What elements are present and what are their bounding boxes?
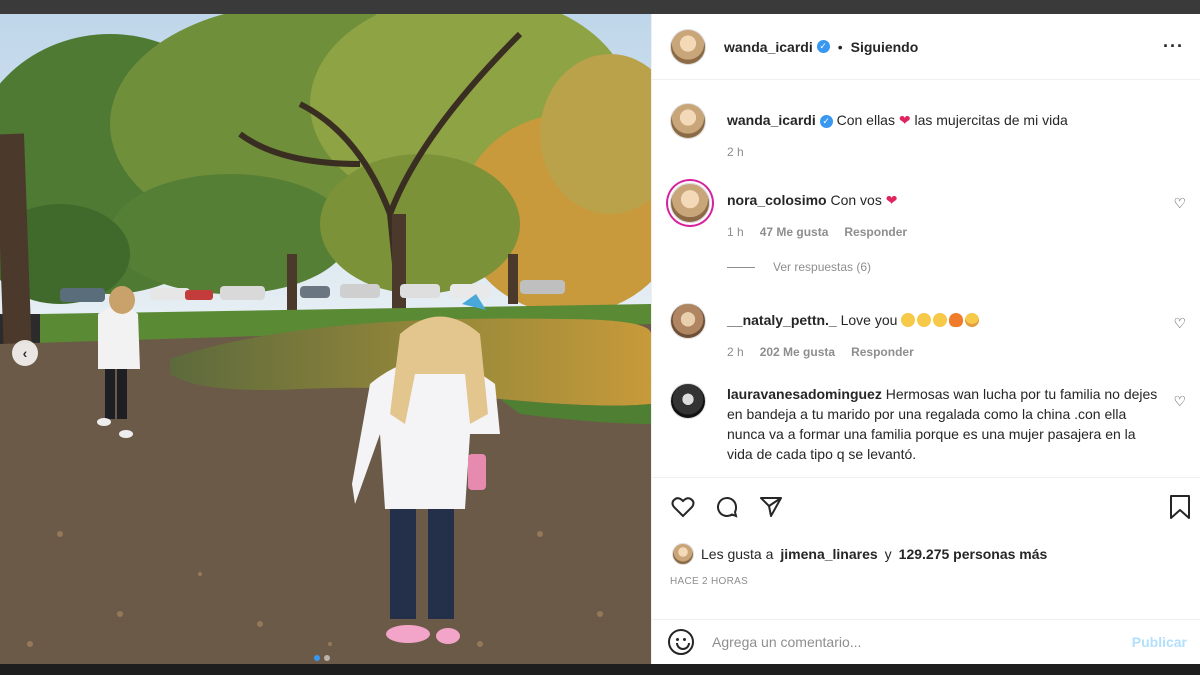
comment-input[interactable] <box>712 634 1112 650</box>
following-button[interactable]: Siguiendo <box>851 39 919 55</box>
view-replies-button[interactable]: Ver respuestas (6) <box>727 260 871 274</box>
carousel-dot <box>324 655 330 661</box>
publish-button[interactable]: Publicar <box>1132 634 1187 650</box>
replies-divider <box>727 266 755 268</box>
post-photo[interactable]: ‹ <box>0 14 651 664</box>
smile-emoji-icon <box>917 313 932 327</box>
comment-username[interactable]: __nataly_pettn._ <box>727 312 837 328</box>
verified-badge-icon: ✓ <box>816 40 830 53</box>
comment-bubble-icon[interactable] <box>714 494 740 520</box>
likes-summary: Les gusta a jimena_linares y 129.275 per… <box>672 543 1047 565</box>
caption-text-after: las mujercitas de mi vida <box>914 112 1068 128</box>
comment-username[interactable]: lauravanesadominguez <box>727 386 882 402</box>
caption: wanda_icardi ✓ Con ellas ❤ las mujercitas… <box>670 103 1190 163</box>
carousel-indicators <box>314 655 330 661</box>
like-comment-heart-icon[interactable]: ♡ <box>1173 195 1186 212</box>
fire-emoji-icon <box>949 313 964 327</box>
crying-emoji-icon <box>965 313 980 327</box>
comments-list: wanda_icardi ✓ Con ellas ❤ las mujercitas… <box>652 81 1200 477</box>
like-comment-heart-icon[interactable]: ♡ <box>1173 315 1186 332</box>
like-comment-heart-icon[interactable]: ♡ <box>1173 393 1186 410</box>
action-icons <box>670 494 784 520</box>
comment-username[interactable]: nora_colosimo <box>727 192 827 208</box>
liker-username[interactable]: jimena_linares <box>780 546 877 562</box>
comment-meta: 1 h 47 Me gusta Responder <box>727 225 907 239</box>
post-timestamp[interactable]: HACE 2 HORAS <box>670 576 748 587</box>
reply-button[interactable]: Responder <box>844 225 907 239</box>
post-actions: Les gusta a jimena_linares y 129.275 per… <box>652 477 1200 627</box>
caption-text-before: Con ellas <box>836 112 895 128</box>
commenter-avatar[interactable] <box>670 303 706 339</box>
comment-item: nora_colosimo Con vos ❤ 1 h 47 Me gusta … <box>670 183 1190 243</box>
smile-emoji-icon <box>933 313 948 327</box>
comment-body: Con vos <box>830 192 882 208</box>
like-heart-icon[interactable] <box>670 494 696 520</box>
bookmark-icon[interactable] <box>1167 494 1193 520</box>
post-side-panel: wanda_icardi ✓ • Siguiendo ··· wanda_ica… <box>651 14 1200 664</box>
add-comment-bar: Publicar <box>652 619 1200 664</box>
comment-text: nora_colosimo Con vos ❤ <box>727 190 1159 210</box>
comment-item: __nataly_pettn._ Love you 2 h 202 Me gus… <box>670 303 1190 363</box>
liker-avatar[interactable] <box>672 543 694 565</box>
likes-count[interactable]: 129.275 personas más <box>899 546 1048 562</box>
heart-emoji-icon: ❤ <box>885 192 898 208</box>
caption-avatar[interactable] <box>670 103 706 139</box>
caption-username[interactable]: wanda_icardi <box>727 112 816 128</box>
comment-time[interactable]: 1 h <box>727 225 744 239</box>
comment-text: __nataly_pettn._ Love you <box>727 310 1159 330</box>
chevron-left-icon: ‹ <box>22 345 28 361</box>
comment-body: Love you <box>840 312 898 328</box>
post-header: wanda_icardi ✓ • Siguiendo ··· <box>652 14 1200 80</box>
author-username[interactable]: wanda_icardi <box>724 39 813 55</box>
caption-time[interactable]: 2 h <box>727 145 744 159</box>
likes-middle: y <box>884 546 892 562</box>
carousel-dot-active <box>314 655 320 661</box>
comment-likes[interactable]: 47 Me gusta <box>760 225 829 239</box>
background-feed-bar-bottom <box>0 664 1200 675</box>
background-feed-bar <box>0 0 1200 14</box>
commenter-avatar[interactable] <box>670 183 710 223</box>
share-send-icon[interactable] <box>758 494 784 520</box>
smile-emoji-icon <box>901 313 916 327</box>
commenter-avatar[interactable] <box>670 383 706 419</box>
comment-item: lauravanesadominguez Hermosas wan lucha … <box>670 383 1190 473</box>
verified-badge-icon: ✓ <box>819 115 833 128</box>
caption-text: wanda_icardi ✓ Con ellas ❤ las mujercitas… <box>727 110 1159 130</box>
author-avatar[interactable] <box>670 28 706 65</box>
comment-time[interactable]: 2 h <box>727 345 744 359</box>
likes-prefix: Les gusta a <box>701 546 774 562</box>
caption-meta: 2 h <box>727 145 744 159</box>
comment-text: lauravanesadominguez Hermosas wan lucha … <box>727 384 1159 464</box>
carousel-prev-button[interactable]: ‹ <box>12 340 38 366</box>
emoji-picker-icon[interactable] <box>668 629 694 655</box>
view-replies-label: Ver respuestas (6) <box>773 260 872 274</box>
comment-meta: 2 h 202 Me gusta Responder <box>727 345 914 359</box>
comment-likes[interactable]: 202 Me gusta <box>760 345 835 359</box>
heart-emoji-icon: ❤ <box>898 112 911 128</box>
reply-button[interactable]: Responder <box>851 345 914 359</box>
more-options-icon[interactable]: ··· <box>1163 36 1184 57</box>
separator-dot: • <box>837 38 843 55</box>
park-photo-illustration <box>0 14 651 664</box>
